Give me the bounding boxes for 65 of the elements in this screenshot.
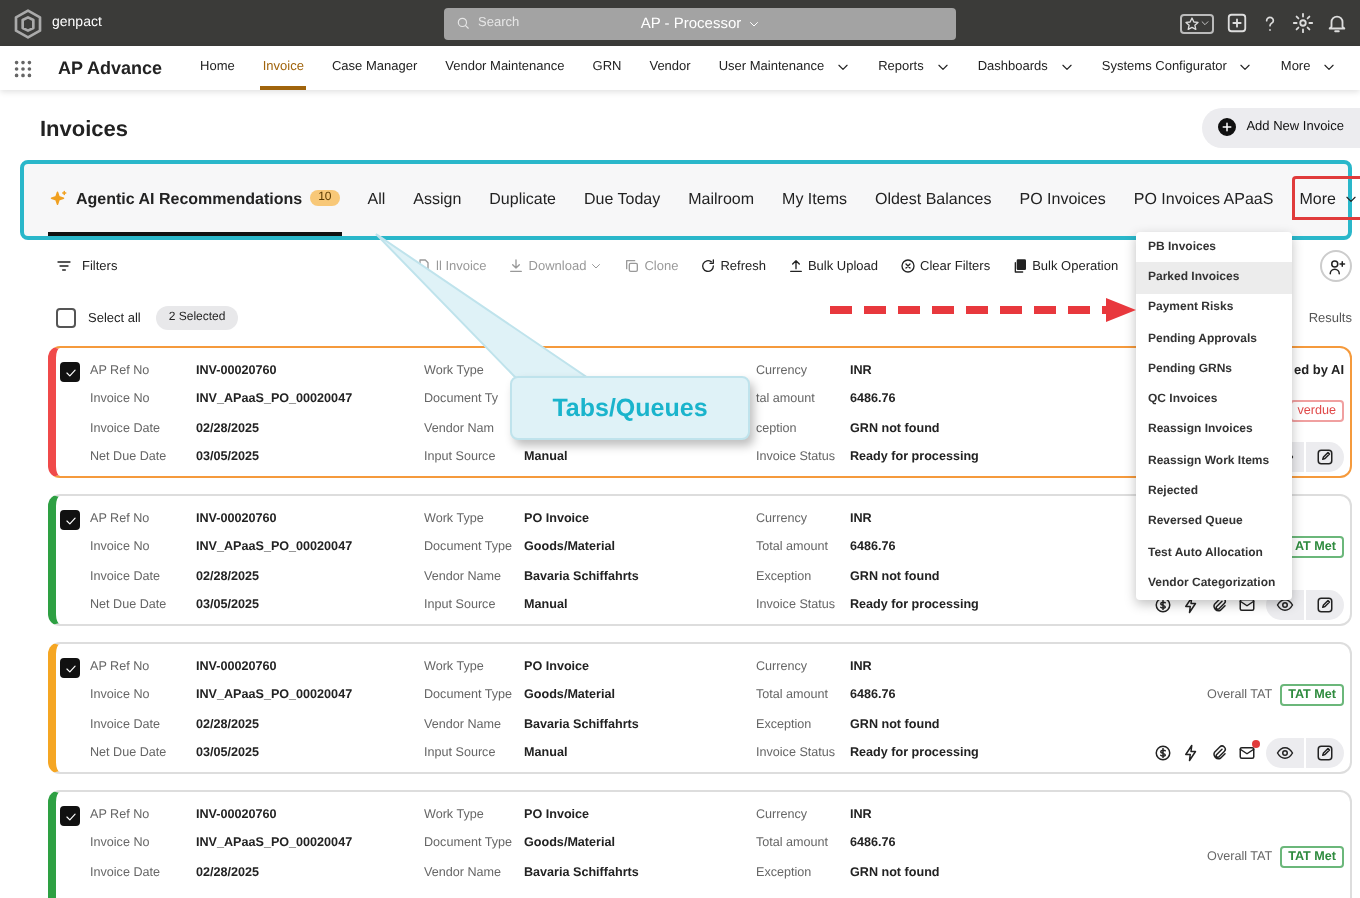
queue-tab[interactable]: Mailroom	[686, 164, 757, 236]
person-plus-icon	[1327, 257, 1345, 275]
queue-tab[interactable]: Duplicate	[487, 164, 559, 236]
action-icon	[508, 258, 525, 274]
chevron-down-icon	[836, 59, 851, 73]
dollar-circle-icon	[1154, 596, 1172, 614]
check-icon	[63, 365, 77, 379]
logo-icon	[12, 7, 44, 39]
filter-lines-icon	[56, 258, 72, 274]
app-title: AP Advance	[58, 58, 163, 78]
queue-tab[interactable]: My Items	[780, 164, 849, 236]
action-icon	[700, 258, 717, 274]
check-icon	[63, 809, 77, 823]
chevron-down-icon	[747, 17, 760, 29]
queue-tab[interactable]: Oldest Balances	[872, 164, 994, 236]
chevron-down-icon	[1343, 191, 1358, 205]
eye-icon	[1276, 744, 1294, 762]
card-checkbox[interactable]	[60, 806, 80, 826]
action-icon	[1012, 258, 1029, 274]
dollar-circle-icon	[1154, 744, 1172, 762]
card-checkbox[interactable]	[60, 658, 80, 678]
paperclip-icon	[1210, 744, 1228, 762]
chevron-down-icon	[1200, 18, 1210, 28]
add-user-button[interactable]	[1320, 250, 1352, 282]
settings-icon	[1292, 12, 1314, 34]
paperclip-icon	[1210, 596, 1228, 614]
queue-tab[interactable]: Assign	[411, 164, 464, 236]
favorites-button[interactable]	[1180, 13, 1214, 33]
invoice-card[interactable]	[48, 642, 1352, 774]
action-icon	[624, 258, 641, 274]
check-icon	[63, 513, 77, 527]
plus-circle-icon	[1218, 118, 1237, 136]
chevron-down-icon	[1059, 59, 1074, 73]
chevron-down-icon	[590, 260, 603, 272]
queue-tab[interactable]: All	[365, 164, 388, 236]
star-icon	[1184, 15, 1200, 31]
callout-label: Tabs/Queues	[510, 376, 750, 440]
edit-icon	[1316, 744, 1334, 762]
edit-icon	[1316, 596, 1334, 614]
check-icon	[63, 661, 77, 675]
queue-tab[interactable]: Due Today	[582, 164, 663, 236]
invoice-card[interactable]	[48, 790, 1352, 898]
lightning-icon	[1182, 744, 1200, 762]
chevron-down-icon	[1238, 59, 1253, 73]
card-checkbox[interactable]	[60, 510, 80, 530]
sparkle-icon	[50, 189, 68, 207]
queue-tab[interactable]: More	[1291, 176, 1360, 224]
action-icon	[900, 258, 917, 274]
queue-tab[interactable]: PO Invoices	[1017, 164, 1108, 236]
bell-icon	[1326, 12, 1348, 34]
chevron-down-icon	[1322, 59, 1337, 73]
mail-icon[interactable]	[1238, 744, 1256, 762]
search-icon	[456, 16, 470, 30]
select-all-checkbox[interactable]	[56, 308, 76, 328]
page-title: Invoices	[40, 117, 129, 141]
envelope-icon	[1238, 596, 1256, 614]
action-icon	[787, 258, 804, 274]
edit-icon	[1316, 448, 1334, 466]
envelope-icon	[1238, 744, 1256, 762]
card-checkbox[interactable]	[60, 362, 80, 382]
queue-tab[interactable]: PO Invoices APaaS	[1131, 164, 1276, 236]
plus-box-icon	[1226, 12, 1248, 34]
eye-icon	[1276, 596, 1294, 614]
apps-grid-icon	[12, 57, 34, 79]
chevron-down-icon	[935, 59, 950, 73]
